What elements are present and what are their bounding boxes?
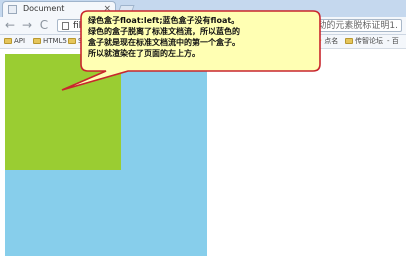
- callout-line: 所以就渲染在了页面的左上方。: [88, 49, 200, 58]
- callout-line: 绿色的盒子脱离了标准文档流，所以蓝色的: [88, 27, 240, 36]
- page-icon: [62, 22, 69, 30]
- bookmark-label: - 百: [387, 37, 399, 45]
- forward-button[interactable]: →: [20, 18, 34, 32]
- bookmark-forum[interactable]: 传智论坛: [345, 36, 383, 47]
- bookmark-label: API: [14, 37, 26, 45]
- bookmark-label: HTML5: [43, 37, 67, 45]
- folder-icon: [33, 38, 41, 44]
- new-tab-button[interactable]: [117, 5, 135, 14]
- callout-text: 绿色盒子float:left;蓝色盒子没有float。 绿色的盒子脱离了标准文档…: [88, 15, 316, 59]
- bookmark-label: 点名: [324, 37, 339, 45]
- url-overflow-text: 浮动的元素脱标证明1.: [308, 21, 398, 31]
- back-button[interactable]: ←: [3, 18, 17, 32]
- folder-icon: [68, 38, 76, 44]
- callout-line: 盒子就是现在标准文档流中的第一个盒子。: [88, 38, 240, 47]
- page-favicon-icon: [8, 5, 17, 14]
- star-icon: ★: [316, 37, 323, 45]
- bookmark-dianming[interactable]: ★ 点名: [316, 36, 338, 47]
- folder-icon: [345, 38, 353, 44]
- green-box: [5, 54, 121, 170]
- bookmark-bai[interactable]: - 百: [387, 36, 399, 47]
- reload-button[interactable]: C: [37, 18, 51, 32]
- callout-line: 绿色盒子float:left;蓝色盒子没有float。: [88, 16, 240, 25]
- tab-title: Document: [23, 4, 65, 13]
- close-tab-button[interactable]: ×: [103, 3, 111, 15]
- bookmark-html5[interactable]: HTML5: [33, 36, 67, 47]
- bookmark-label: 传智论坛: [355, 37, 383, 45]
- bookmark-api[interactable]: API: [4, 36, 25, 47]
- folder-icon: [4, 38, 12, 44]
- page-viewport: [0, 49, 406, 256]
